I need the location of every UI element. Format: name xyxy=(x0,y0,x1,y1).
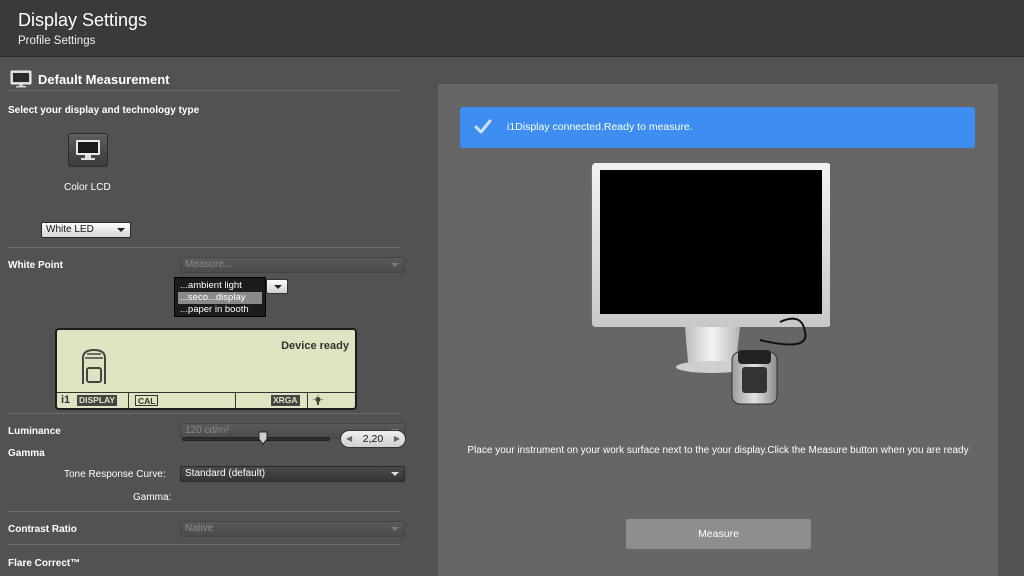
chevron-down-icon xyxy=(391,263,399,267)
display-type-button[interactable] xyxy=(68,133,108,167)
divider xyxy=(8,90,400,91)
measurement-panel: i1Display connected.Ready to measure. Pl… xyxy=(438,84,998,576)
instruction-text: Place your instrument on your work surfa… xyxy=(467,445,969,456)
divider xyxy=(8,544,400,545)
device-status-bar: i1 DISPLAY CAL XRGA xyxy=(57,392,355,409)
trc-label: Tone Response Curve: xyxy=(64,469,166,480)
colorimeter-icon xyxy=(82,348,106,384)
decrement-icon[interactable]: ◀ xyxy=(346,431,352,447)
display-type-label: Color LCD xyxy=(64,182,111,193)
bulb-icon xyxy=(313,395,323,405)
gamma-field-label: Gamma: xyxy=(133,492,172,503)
chevron-down-icon xyxy=(274,285,282,289)
chevron-down-icon xyxy=(391,472,399,476)
gamma-label: Gamma xyxy=(8,448,45,459)
device-status-text: Device ready xyxy=(281,340,349,352)
technology-select-value: White LED xyxy=(46,224,94,235)
section-title: Default Measurement xyxy=(38,71,170,87)
dropdown-option[interactable]: ...ambient light xyxy=(178,280,262,292)
contrast-select-value: Native xyxy=(185,523,214,534)
divider xyxy=(8,247,400,248)
select-display-label: Select your display and technology type xyxy=(8,105,200,116)
settings-panel: Default Measurement Select your display … xyxy=(0,58,410,576)
i1-logo: i1 xyxy=(61,394,71,406)
white-point-dropdown-list: ...ambient light ...seco...display ...pa… xyxy=(174,277,266,317)
chevron-down-icon xyxy=(391,527,399,531)
connection-banner: i1Display connected.Ready to measure. xyxy=(460,107,975,148)
connection-message: i1Display connected.Ready to measure. xyxy=(507,121,693,133)
dropdown-option-selected[interactable]: ...seco...display xyxy=(178,292,262,304)
monitor-icon xyxy=(10,70,32,88)
divider xyxy=(128,393,129,409)
chevron-down-icon xyxy=(117,228,125,232)
contrast-label: Contrast Ratio xyxy=(8,524,77,535)
device-status-display: Device ready i1 DISPLAY CAL XRGA xyxy=(55,328,357,410)
increment-icon[interactable]: ▶ xyxy=(394,431,400,447)
contrast-select[interactable]: Native xyxy=(180,521,405,537)
page-title: Display Settings xyxy=(18,10,148,30)
divider xyxy=(235,393,236,409)
section-header: Default Measurement xyxy=(10,68,169,90)
divider xyxy=(307,393,308,409)
white-point-select-value: Measure... xyxy=(185,259,233,270)
gamma-value: 2,20 xyxy=(362,433,384,445)
checkmark-icon xyxy=(474,119,492,134)
technology-select[interactable]: White LED xyxy=(41,222,131,238)
gamma-slider-thumb[interactable] xyxy=(258,431,268,445)
divider xyxy=(8,511,400,512)
cal-tag: CAL xyxy=(135,395,159,406)
dropdown-option[interactable]: ...paper in booth xyxy=(178,304,262,316)
luminance-select-value: 120 cd/m² xyxy=(185,425,230,436)
white-point-label: White Point xyxy=(8,260,63,271)
app-header: Display Settings Profile Settings xyxy=(0,0,1024,57)
gamma-slider-track[interactable] xyxy=(182,437,330,441)
page-subtitle: Profile Settings xyxy=(18,35,96,47)
trc-select-value: Standard (default) xyxy=(185,468,266,479)
monitor-with-instrument-image xyxy=(591,163,830,405)
divider xyxy=(8,413,400,414)
display-tag: DISPLAY xyxy=(77,395,118,406)
trc-select[interactable]: Standard (default) xyxy=(180,466,405,482)
white-point-dropdown-toggle[interactable] xyxy=(266,279,288,294)
flare-correct-label: Flare Correct™ xyxy=(8,558,81,569)
gamma-stepper[interactable]: ◀ 2,20 ▶ xyxy=(340,430,406,448)
lcd-display-icon xyxy=(76,140,100,160)
luminance-label: Luminance xyxy=(8,426,61,437)
xrga-tag: XRGA xyxy=(271,395,300,406)
measure-button[interactable]: Measure xyxy=(626,519,811,549)
white-point-select[interactable]: Measure... xyxy=(180,257,405,273)
